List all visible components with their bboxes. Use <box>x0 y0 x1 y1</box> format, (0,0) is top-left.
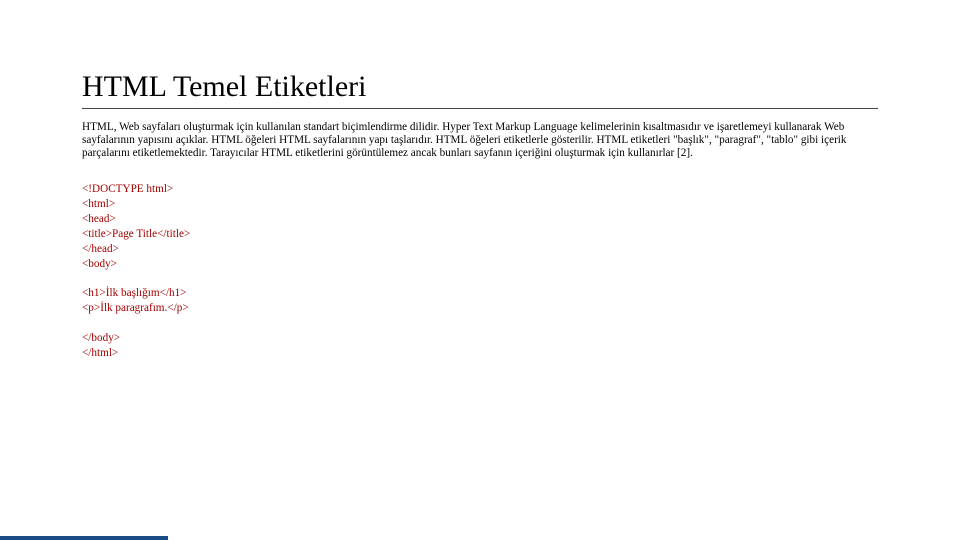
code-line: <p>İlk paragrafım.</p> <box>82 301 878 316</box>
code-gap <box>82 317 878 331</box>
slide-container: HTML Temel Etiketleri HTML, Web sayfalar… <box>0 0 960 540</box>
code-line: </body> <box>82 331 878 346</box>
code-line: <!DOCTYPE html> <box>82 182 878 197</box>
title-rule <box>82 108 878 109</box>
code-line: <html> <box>82 197 878 212</box>
body-paragraph: HTML, Web sayfaları oluşturmak için kull… <box>82 121 878 160</box>
code-line: <head> <box>82 212 878 227</box>
code-line: <title>Page Title</title> <box>82 227 878 242</box>
code-line: </head> <box>82 242 878 257</box>
code-line: <h1>İlk başlığım</h1> <box>82 286 878 301</box>
page-title: HTML Temel Etiketleri <box>82 70 878 104</box>
code-line: </html> <box>82 346 878 361</box>
code-line: <body> <box>82 257 878 272</box>
code-gap <box>82 272 878 286</box>
accent-bar <box>0 536 168 540</box>
code-block: <!DOCTYPE html> <html> <head> <title>Pag… <box>82 182 878 361</box>
